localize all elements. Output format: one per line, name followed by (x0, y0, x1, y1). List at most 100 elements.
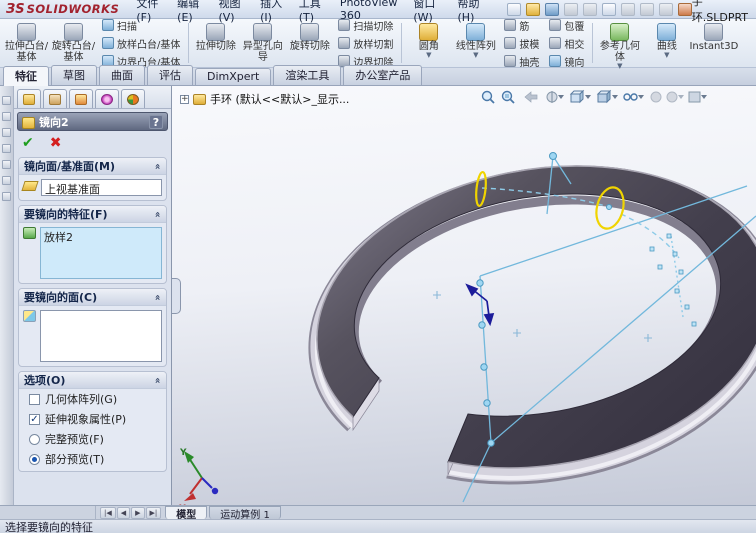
tab-sketch[interactable]: 草图 (51, 65, 97, 85)
sketch-origin-icon[interactable] (465, 283, 495, 327)
next-tab-button[interactable]: ▶ (131, 506, 145, 519)
fillet-dropdown[interactable]: ▼ (426, 52, 431, 59)
draft-button[interactable]: 拔模 (501, 35, 542, 52)
new-icon[interactable] (506, 2, 521, 16)
model-tab[interactable]: 模型 (165, 506, 208, 521)
revolved-cut-button[interactable]: 旋转切除 (286, 21, 333, 65)
section-header[interactable]: 镜向面/基准面(M) » (19, 158, 166, 175)
side-toolbar-icon[interactable] (2, 144, 11, 153)
hole-wizard-button[interactable]: 异型孔向导 (239, 21, 286, 65)
undo-icon[interactable] (582, 2, 597, 16)
view-orientation-icon[interactable] (569, 89, 591, 104)
side-toolbar-icon[interactable] (2, 128, 11, 137)
edit-appearance-icon[interactable] (650, 91, 662, 103)
swept-boss-button[interactable]: 扫描 (99, 17, 183, 34)
file-properties-icon[interactable] (639, 2, 654, 16)
extruded-boss-button[interactable]: 拉伸凸台/基体 (3, 21, 50, 65)
lofted-boss-button[interactable]: 放样凸台/基体 (99, 35, 183, 52)
tab-render-tools[interactable]: 渲染工具 (273, 65, 342, 85)
propagate-visual-properties-checkbox[interactable]: ✓ (29, 413, 40, 425)
zoom-to-fit-icon[interactable] (481, 90, 495, 104)
instant3d-button[interactable]: Instant3D (689, 21, 738, 65)
motion-study-tab[interactable]: 运动算例 1 (209, 506, 281, 521)
model-canvas[interactable]: Y X (172, 86, 756, 505)
displaymanager-tab[interactable] (121, 89, 145, 108)
tab-office-products[interactable]: 办公室产品 (343, 65, 423, 85)
linear-pattern-button[interactable]: 线性阵列 ▼ (452, 21, 499, 65)
propertymanager-tab[interactable] (43, 89, 67, 108)
full-preview-radio[interactable] (29, 433, 40, 445)
side-toolbar-icon[interactable] (2, 112, 11, 121)
open-icon[interactable] (525, 2, 540, 16)
display-style-icon[interactable] (596, 89, 618, 104)
part-tree-label[interactable]: 手环 (默认<<默认>_显示... (210, 91, 349, 107)
curves-dropdown[interactable]: ▼ (664, 52, 669, 59)
reference-geometry-button[interactable]: 参考几何体 ▼ (596, 21, 643, 70)
ribbon-separator (592, 23, 594, 63)
panel-flyout-handle[interactable] (172, 278, 181, 314)
first-tab-button[interactable]: |◀ (100, 506, 116, 519)
help-button[interactable]: ? (149, 114, 163, 129)
apply-scene-icon[interactable] (666, 91, 684, 103)
ok-button[interactable]: ✔ (22, 135, 34, 151)
mirror-button[interactable]: 镜向 (546, 53, 587, 70)
reference-geometry-dropdown[interactable]: ▼ (617, 63, 622, 70)
geometry-pattern-checkbox[interactable] (29, 393, 40, 405)
logo-mark: ЗS (6, 1, 25, 17)
graphics-viewport[interactable]: + 手环 (默认<<默认>_显示... Y (172, 86, 756, 505)
prev-tab-button[interactable]: ◀ (116, 506, 131, 519)
collapse-chevron-icon[interactable]: » (152, 377, 163, 383)
zoom-to-area-icon[interactable] (501, 90, 515, 104)
tab-dimxpert[interactable]: DimXpert (195, 68, 272, 85)
collapse-chevron-icon[interactable]: » (152, 294, 163, 300)
geometry-pattern-option[interactable]: 几何体阵列(G) (29, 391, 164, 407)
lofted-cut-button[interactable]: 放样切割 (335, 35, 396, 52)
curves-button[interactable]: 曲线 ▼ (643, 21, 690, 65)
shell-button[interactable]: 抽壳 (501, 53, 542, 70)
tab-features[interactable]: 特征 (3, 66, 49, 86)
collapse-chevron-icon[interactable]: » (152, 211, 163, 217)
section-header[interactable]: 选项(O) » (19, 372, 166, 389)
partial-preview-radio[interactable] (29, 453, 40, 465)
featuremanager-tree-tab[interactable] (17, 89, 41, 108)
revolved-boss-button[interactable]: 旋转凸台/基体 (50, 21, 97, 65)
side-toolbar-icon[interactable] (2, 192, 11, 201)
features-to-mirror-list[interactable]: 放样2 (40, 227, 162, 279)
tab-surfaces[interactable]: 曲面 (99, 65, 145, 85)
dimxpertmanager-tab[interactable] (95, 89, 119, 108)
tree-expander-icon[interactable]: + (180, 94, 189, 104)
rebuild-icon[interactable] (620, 2, 635, 16)
tab-evaluate[interactable]: 评估 (147, 65, 193, 85)
select-icon[interactable] (601, 2, 616, 16)
swept-cut-button[interactable]: 扫描切除 (335, 17, 396, 34)
section-header[interactable]: 要镜向的面(C) » (19, 289, 166, 306)
propagate-visual-properties-option[interactable]: ✓ 延伸视象属性(P) (29, 411, 164, 427)
configurationmanager-tab[interactable] (69, 89, 93, 108)
side-toolbar-icon[interactable] (2, 96, 11, 105)
view-settings-icon[interactable] (688, 91, 707, 103)
extruded-cut-button[interactable]: 拉伸切除 (192, 21, 239, 65)
last-tab-button[interactable]: ▶| (145, 506, 162, 519)
mirror-plane-field[interactable]: 上视基准面 (41, 179, 162, 196)
hide-show-items-icon[interactable] (623, 93, 644, 101)
linear-pattern-dropdown[interactable]: ▼ (473, 52, 478, 59)
print-icon[interactable] (563, 2, 578, 16)
full-preview-option[interactable]: 完整预览(F) (29, 431, 164, 447)
wrap-button[interactable]: 包覆 (546, 17, 587, 34)
previous-view-icon[interactable] (524, 91, 538, 103)
list-item[interactable]: 放样2 (44, 229, 158, 245)
section-header[interactable]: 要镜向的特征(F) » (19, 206, 166, 223)
rib-button[interactable]: 筋 (501, 17, 542, 34)
cancel-button[interactable]: ✖ (50, 135, 62, 151)
faces-to-mirror-list[interactable] (40, 310, 162, 362)
partial-preview-option[interactable]: 部分预览(T) (29, 451, 164, 467)
intersect-button[interactable]: 相交 (546, 35, 587, 52)
measure-icon[interactable] (677, 2, 692, 16)
options-icon[interactable] (658, 2, 673, 16)
collapse-chevron-icon[interactable]: » (152, 163, 163, 169)
side-toolbar-icon[interactable] (2, 160, 11, 169)
side-toolbar-icon[interactable] (2, 176, 11, 185)
fillet-button[interactable]: 圆角 ▼ (405, 21, 452, 65)
save-icon[interactable] (544, 2, 559, 16)
section-view-icon[interactable] (546, 91, 564, 103)
